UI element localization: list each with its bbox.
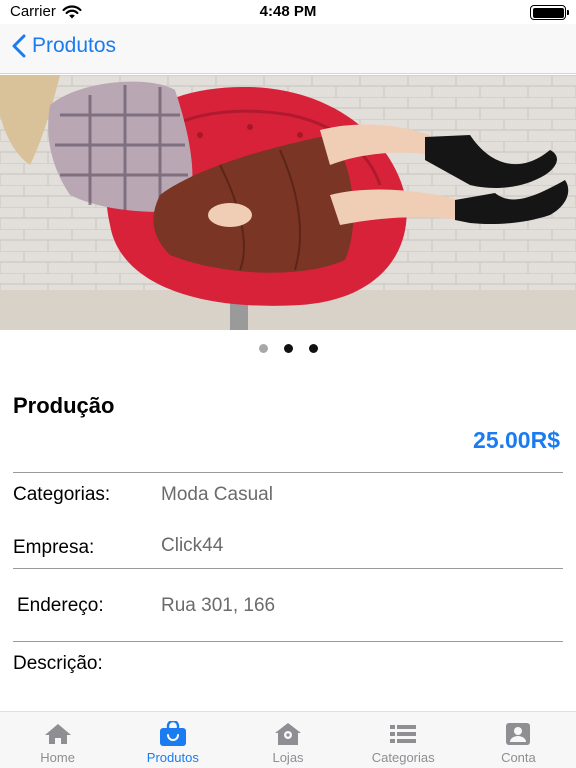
store-icon xyxy=(273,721,303,747)
clock: 4:48 PM xyxy=(259,3,317,20)
address-label: Endereço: xyxy=(17,595,104,616)
company-label: Empresa: xyxy=(13,537,95,558)
tab-label: Categorias xyxy=(371,750,435,765)
tab-lojas[interactable]: Lojas xyxy=(230,712,345,768)
company-value: Click44 xyxy=(161,535,224,556)
product-photo xyxy=(0,75,576,330)
tab-label: Conta xyxy=(501,750,536,765)
back-button[interactable]: Produtos xyxy=(12,34,116,58)
status-bar: Carrier 4:48 PM xyxy=(0,0,576,24)
product-price: 25.00R$ xyxy=(473,427,560,453)
back-button-label: Produtos xyxy=(32,34,117,57)
list-icon xyxy=(388,721,418,747)
tab-label: Produtos xyxy=(146,750,199,765)
divider xyxy=(13,641,563,642)
tab-label: Lojas xyxy=(272,750,304,765)
shopping-bag-icon xyxy=(158,721,188,747)
account-icon xyxy=(503,721,533,747)
page-dot[interactable] xyxy=(308,344,318,353)
battery-icon xyxy=(530,5,569,20)
navigation-bar: Produtos xyxy=(0,24,576,74)
categories-label: Categorias: xyxy=(13,484,111,505)
page-dot[interactable] xyxy=(283,344,293,353)
tab-conta[interactable]: Conta xyxy=(461,712,576,768)
product-title: Produção xyxy=(13,393,115,418)
tab-categorias[interactable]: Categorias xyxy=(346,712,461,768)
tab-bar: Home Produtos Lojas Categorias Conta xyxy=(0,711,576,768)
divider xyxy=(13,472,563,473)
divider xyxy=(13,568,563,569)
address-value: Rua 301, 166 xyxy=(161,595,276,616)
carousel-page-indicator[interactable] xyxy=(0,344,576,353)
categories-value: Moda Casual xyxy=(161,484,273,505)
chevron-left-icon xyxy=(12,34,26,58)
description-label: Descrição: xyxy=(13,653,103,674)
tab-home[interactable]: Home xyxy=(0,712,115,768)
page-dot[interactable] xyxy=(258,344,268,353)
home-icon xyxy=(43,721,73,747)
tab-label: Home xyxy=(40,750,75,765)
product-image-carousel[interactable] xyxy=(0,75,576,330)
tab-produtos[interactable]: Produtos xyxy=(115,712,230,768)
